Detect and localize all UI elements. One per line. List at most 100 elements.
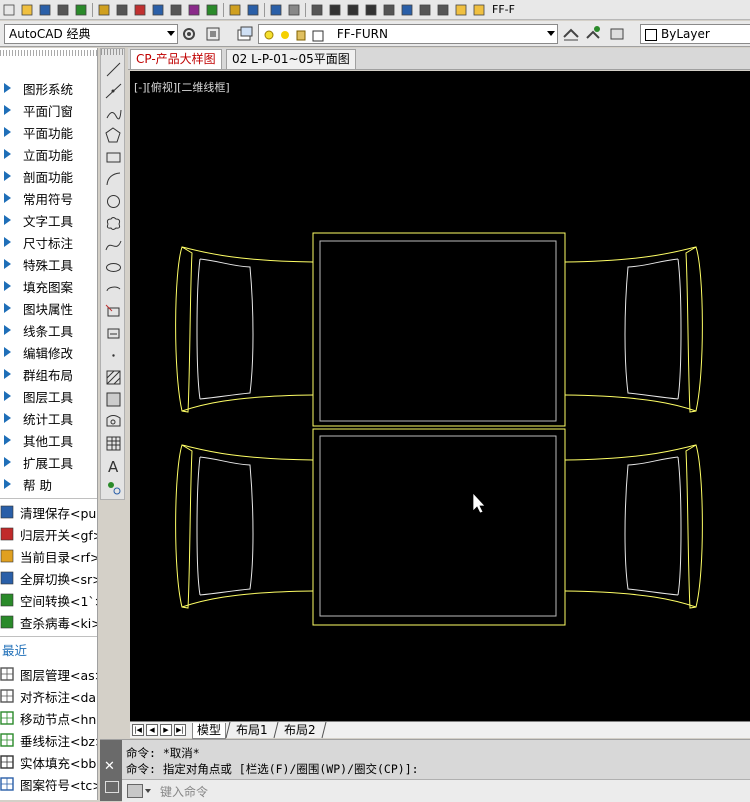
rectangle-icon[interactable] <box>103 147 123 167</box>
last-tab-icon[interactable]: ▶| <box>174 724 186 736</box>
recent-command[interactable]: 图案符号<tc> <box>0 773 97 795</box>
insert-icon[interactable] <box>246 3 260 17</box>
workspace-select[interactable]: AutoCAD 经典 <box>4 24 178 44</box>
xref-icon[interactable] <box>169 3 183 17</box>
ellipse-arc-icon[interactable] <box>103 279 123 299</box>
add-selected-icon[interactable] <box>103 477 123 497</box>
attribute-icon[interactable] <box>151 3 165 17</box>
tab-plan[interactable]: 02 L-P-01~05平面图 <box>226 49 356 69</box>
model-space-canvas[interactable]: [-][俯视][二维线框] <box>130 71 750 721</box>
redo-icon[interactable] <box>287 3 301 17</box>
first-tab-icon[interactable]: |◀ <box>132 724 144 736</box>
make-current-layer-icon[interactable] <box>562 25 580 43</box>
palette-item[interactable]: 特殊工具 <box>0 253 97 275</box>
color-select[interactable]: ByLayer <box>640 24 750 44</box>
arc-icon[interactable] <box>103 169 123 189</box>
palette-item[interactable]: 剖面功能 <box>0 165 97 187</box>
construction-line-icon[interactable] <box>103 81 123 101</box>
pan-icon[interactable] <box>310 3 324 17</box>
palette-item[interactable]: 帮 助 <box>0 473 97 495</box>
quick-calc-icon[interactable] <box>436 3 450 17</box>
hatch-icon[interactable] <box>103 367 123 387</box>
palette-item[interactable]: 立面功能 <box>0 143 97 165</box>
polygon-icon[interactable] <box>103 125 123 145</box>
palette-item[interactable]: 群组布局 <box>0 363 97 385</box>
palette-command[interactable]: 空间转换<1`> <box>0 589 97 611</box>
palette-item[interactable]: 常用符号 <box>0 187 97 209</box>
palette-command[interactable]: 全屏切换<sr> <box>0 567 97 589</box>
undo-icon[interactable] <box>269 3 283 17</box>
recent-command[interactable]: 移动节点<hnn <box>0 707 97 729</box>
command-input-bar[interactable]: 键入命令 <box>122 779 750 802</box>
block-icon[interactable] <box>133 3 147 17</box>
revision-cloud-icon[interactable] <box>103 213 123 233</box>
layer-select[interactable]: FF-FURN <box>258 24 558 44</box>
zoom-window-icon[interactable] <box>346 3 360 17</box>
design-center-icon[interactable] <box>400 3 414 17</box>
spline-icon[interactable] <box>103 235 123 255</box>
recent-command[interactable]: 实体填充<bbb <box>0 751 97 773</box>
palette-item[interactable]: 平面功能 <box>0 121 97 143</box>
palette-grip[interactable] <box>0 50 97 56</box>
palette-item[interactable]: 尺寸标注 <box>0 231 97 253</box>
layer-state-icon[interactable] <box>454 3 468 17</box>
chevron-down-icon[interactable] <box>145 789 151 793</box>
palette-item[interactable]: 编辑修改 <box>0 341 97 363</box>
palette-item[interactable]: 线条工具 <box>0 319 97 341</box>
print-icon[interactable] <box>56 3 70 17</box>
table-icon[interactable] <box>103 433 123 453</box>
match-icon[interactable] <box>205 3 219 17</box>
layer-previous-icon[interactable] <box>584 25 602 43</box>
palette-item[interactable]: 统计工具 <box>0 407 97 429</box>
open-folder-icon[interactable] <box>20 3 34 17</box>
layer-properties-icon[interactable] <box>236 25 254 43</box>
new-file-icon[interactable] <box>2 3 16 17</box>
palette-command[interactable]: 归层开关<gf> <box>0 523 97 545</box>
point-icon[interactable] <box>103 345 123 365</box>
region-icon[interactable] <box>103 411 123 431</box>
palette-item[interactable]: 平面门窗 <box>0 99 97 121</box>
zoom-previous-icon[interactable] <box>364 3 378 17</box>
polyline-icon[interactable] <box>103 103 123 123</box>
properties-icon[interactable] <box>382 3 396 17</box>
layer-isolate-icon[interactable] <box>608 25 626 43</box>
settings-icon[interactable] <box>105 781 119 793</box>
palette-command[interactable]: 清理保存<pu> <box>0 501 97 523</box>
prev-tab-icon[interactable]: ◀ <box>146 724 158 736</box>
command-input[interactable]: 键入命令 <box>160 783 208 800</box>
palette-item[interactable]: 图块属性 <box>0 297 97 319</box>
clip-icon[interactable] <box>115 3 129 17</box>
palette-item[interactable]: 填充图案 <box>0 275 97 297</box>
tab-cp-detail[interactable]: CP-产品大样图 <box>130 49 222 69</box>
workspace-settings-icon[interactable] <box>180 25 198 43</box>
palette-item[interactable]: 图层工具 <box>0 385 97 407</box>
ellipse-icon[interactable] <box>103 257 123 277</box>
chevron-down-icon[interactable] <box>167 31 175 36</box>
tool-palette-icon[interactable] <box>418 3 432 17</box>
chevron-down-icon[interactable] <box>547 31 555 36</box>
palette-item[interactable]: 其他工具 <box>0 429 97 451</box>
purge-icon[interactable] <box>187 3 201 17</box>
mtext-icon[interactable]: A <box>103 455 123 475</box>
recent-command[interactable]: 垂线标注<bz> <box>0 729 97 751</box>
line-icon[interactable] <box>103 59 123 79</box>
make-block-icon[interactable] <box>103 323 123 343</box>
close-icon[interactable]: ✕ <box>104 759 115 774</box>
insert-block-icon[interactable] <box>103 301 123 321</box>
command-prompt-icon[interactable] <box>127 784 143 798</box>
zoom-icon[interactable] <box>328 3 342 17</box>
toolbar-grip[interactable] <box>101 49 124 55</box>
circle-icon[interactable] <box>103 191 123 211</box>
publish-icon[interactable] <box>74 3 88 17</box>
next-tab-icon[interactable]: ▶ <box>160 724 172 736</box>
layers-icon[interactable] <box>97 3 111 17</box>
text-icon[interactable] <box>228 3 242 17</box>
palette-item[interactable]: 文字工具 <box>0 209 97 231</box>
palette-command[interactable]: 当前目录<rf> <box>0 545 97 567</box>
save-icon[interactable] <box>38 3 52 17</box>
palette-command[interactable]: 查杀病毒<ki> <box>0 611 97 633</box>
layer-toggle-icon[interactable] <box>472 3 486 17</box>
recent-command[interactable]: 图层管理<as> <box>0 663 97 685</box>
customize-icon[interactable] <box>204 25 222 43</box>
palette-item[interactable]: 扩展工具 <box>0 451 97 473</box>
